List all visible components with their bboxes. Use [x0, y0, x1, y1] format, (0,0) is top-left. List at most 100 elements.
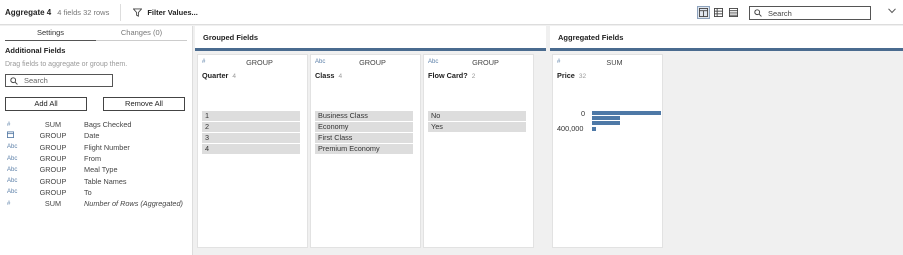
add-all-button[interactable]: Add All	[5, 97, 87, 111]
card-aggregation[interactable]: GROUP	[325, 58, 420, 67]
card-aggregation[interactable]: GROUP	[438, 58, 533, 67]
field-aggregation[interactable]: GROUP	[28, 165, 78, 174]
value-item[interactable]: 1	[202, 111, 300, 121]
value-item[interactable]: Yes	[428, 122, 526, 132]
field-card-flow-card[interactable]: Abc GROUP Flow Card? 2 No Yes	[423, 54, 534, 248]
card-value-count: 4	[338, 73, 343, 80]
tab-settings[interactable]: Settings	[5, 26, 96, 41]
string-type-icon: Abc	[7, 166, 18, 173]
filter-values-button[interactable]: Filter Values...	[133, 7, 198, 17]
field-card-class[interactable]: Abc GROUP Class 4 Business Class Economy …	[310, 54, 421, 248]
field-row-table-names[interactable]: Abc GROUP Table Names	[0, 175, 192, 186]
step-title: Aggregate 4	[5, 7, 52, 17]
value-list: Business Class Economy First Class Premi…	[315, 111, 413, 155]
field-row-flight-number[interactable]: Abc GROUP Flight Number	[0, 142, 192, 153]
settings-panel: Settings Changes (0) Additional Fields D…	[0, 26, 193, 255]
step-meta: 4 fields 32 rows	[57, 7, 110, 17]
histogram-bar[interactable]	[592, 116, 620, 120]
field-aggregation[interactable]: GROUP	[28, 143, 78, 152]
grouped-fields-area: Grouped Fields # GROUP Quarter 4 1 2 3 4 …	[195, 26, 546, 255]
number-type-icon: #	[7, 121, 11, 128]
string-type-icon: Abc	[7, 189, 18, 196]
value-item[interactable]: First Class	[315, 133, 413, 143]
field-row-from[interactable]: Abc GROUP From	[0, 153, 192, 164]
field-name: Meal Type	[84, 165, 118, 175]
field-aggregation[interactable]: GROUP	[28, 131, 78, 140]
value-item[interactable]: Economy	[315, 122, 413, 132]
histogram-bar[interactable]	[592, 127, 596, 131]
toolbar-search-input[interactable]: Search	[749, 6, 871, 20]
filter-icon	[133, 7, 143, 17]
search-icon	[754, 9, 762, 17]
field-card-price[interactable]: # SUM Price 32 0 400,000	[552, 54, 663, 248]
card-value-count: 4	[232, 73, 236, 80]
remove-all-button[interactable]: Remove All	[103, 97, 185, 111]
aggregated-fields-title: Aggregated Fields	[550, 26, 903, 48]
value-item[interactable]: No	[428, 111, 526, 121]
aggregated-accent-bar	[550, 48, 903, 51]
value-item[interactable]: 3	[202, 133, 300, 143]
number-type-icon: #	[7, 200, 11, 207]
string-type-icon: Abc	[7, 178, 18, 185]
value-list: 1 2 3 4	[202, 111, 300, 155]
card-value-count: 32	[578, 73, 587, 80]
field-card-quarter[interactable]: # GROUP Quarter 4 1 2 3 4	[197, 54, 308, 248]
card-field-name: Price	[557, 71, 575, 80]
field-name: Flight Number	[84, 142, 130, 152]
histogram-bar[interactable]	[592, 121, 620, 125]
field-aggregation[interactable]: GROUP	[28, 177, 78, 186]
value-item[interactable]: 4	[202, 144, 300, 154]
field-name: To	[84, 187, 92, 197]
card-value-count: 2	[471, 73, 476, 80]
field-row-bags-checked[interactable]: # SUM Bags Checked	[0, 119, 192, 130]
toolbar-search-placeholder: Search	[768, 8, 792, 18]
number-type-icon: #	[557, 59, 561, 65]
histogram-tick-zero: 0	[581, 109, 586, 118]
field-aggregation[interactable]: GROUP	[28, 154, 78, 163]
string-type-icon: Abc	[428, 59, 439, 65]
field-name: Date	[84, 131, 100, 141]
profile-view-button[interactable]	[697, 6, 710, 19]
search-icon	[10, 76, 18, 85]
toolbar-divider	[120, 3, 122, 21]
price-histogram: 0 400,000	[557, 109, 661, 139]
histogram-tick-max: 400,000	[557, 124, 584, 133]
value-item[interactable]: Business Class	[315, 111, 413, 121]
field-aggregation[interactable]: GROUP	[28, 188, 78, 197]
card-field-name: Flow Card?	[428, 71, 468, 80]
field-row-number-of-rows[interactable]: # SUM Number of Rows (Aggregated)	[0, 198, 192, 209]
additional-fields-title: Additional Fields	[5, 46, 66, 55]
string-type-icon: Abc	[315, 59, 326, 65]
grouped-fields-title: Grouped Fields	[195, 26, 546, 48]
field-aggregation[interactable]: SUM	[28, 199, 78, 208]
toolbar: Aggregate 4 4 fields 32 rows Filter Valu…	[0, 0, 903, 25]
field-row-to[interactable]: Abc GROUP To	[0, 187, 192, 198]
value-item[interactable]: 2	[202, 122, 300, 132]
chevron-down-icon[interactable]	[888, 8, 896, 14]
aggregated-fields-area: Aggregated Fields # SUM Price 32 0 400,00…	[550, 26, 903, 255]
value-item[interactable]: Premium Economy	[315, 144, 413, 154]
number-type-icon: #	[202, 59, 206, 65]
field-name: Table Names	[84, 176, 127, 186]
field-aggregation[interactable]: SUM	[28, 120, 78, 129]
field-name: Bags Checked	[84, 120, 132, 130]
card-aggregation[interactable]: SUM	[567, 58, 662, 67]
card-field-name: Class	[315, 71, 335, 80]
value-list: No Yes	[428, 111, 526, 133]
string-type-icon: Abc	[7, 155, 18, 162]
string-type-icon: Abc	[7, 144, 18, 151]
card-aggregation[interactable]: GROUP	[212, 58, 307, 67]
field-row-date[interactable]: GROUP Date	[0, 130, 192, 141]
tab-changes[interactable]: Changes (0)	[96, 26, 187, 41]
field-name: Number of Rows (Aggregated)	[84, 199, 183, 209]
field-search-placeholder: Search	[24, 76, 48, 85]
list-view-button[interactable]	[727, 6, 740, 19]
grouped-accent-bar	[195, 48, 546, 51]
grid-view-icon	[714, 8, 723, 17]
field-search-input[interactable]: Search	[5, 74, 113, 87]
histogram-bar[interactable]	[592, 111, 661, 115]
filter-values-label: Filter Values...	[147, 7, 198, 17]
data-grid-view-button[interactable]	[712, 6, 725, 19]
field-row-meal-type[interactable]: Abc GROUP Meal Type	[0, 164, 192, 175]
list-view-icon	[729, 8, 738, 17]
